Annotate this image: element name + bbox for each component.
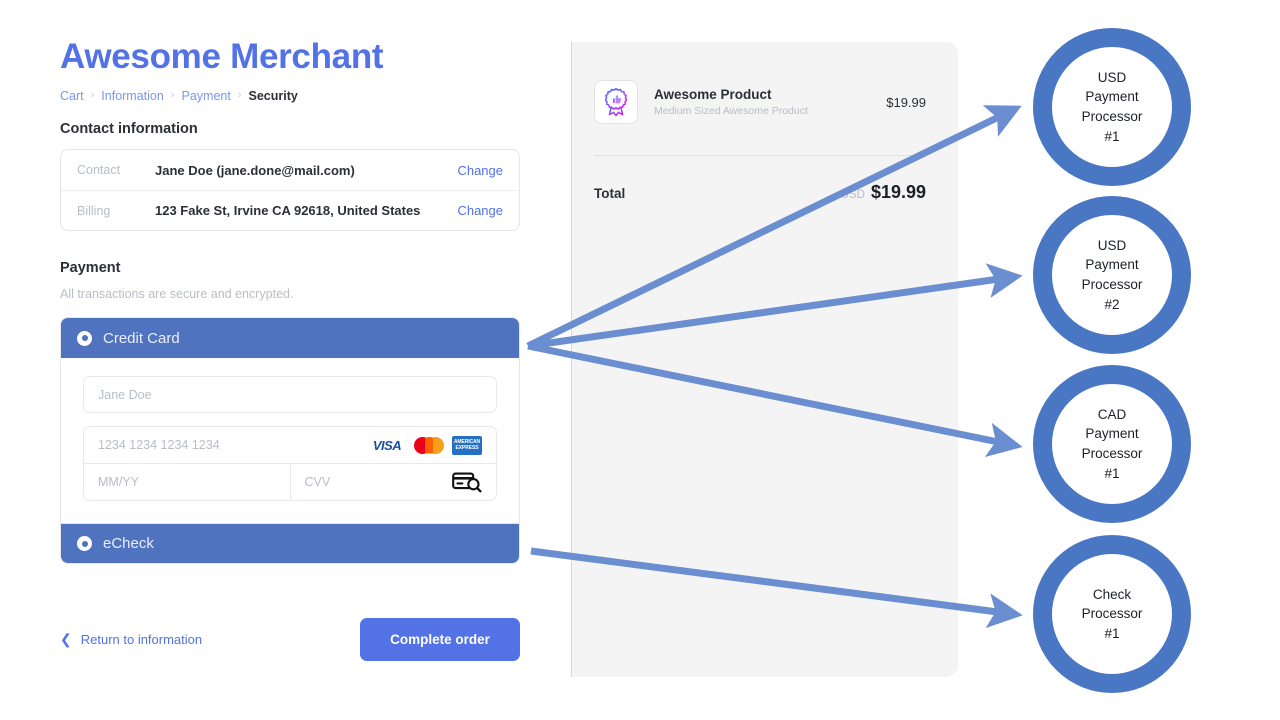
chevron-left-icon: ❮ — [60, 631, 72, 647]
complete-order-button[interactable]: Complete order — [360, 618, 520, 661]
credit-card-form: Jane Doe 1234 1234 1234 1234 VISA AMERIC… — [61, 358, 519, 523]
contact-row-value: Jane Doe (jane.done@mail.com) — [155, 162, 355, 178]
processor-node-label: USD Payment Processor #1 — [1081, 69, 1143, 144]
processor-node-check-1[interactable]: Check Processor #1 — [1033, 535, 1191, 693]
contact-change-link[interactable]: Change — [457, 163, 503, 178]
billing-change-link[interactable]: Change — [457, 203, 503, 218]
processor-node-label: Check Processor #1 — [1081, 586, 1143, 641]
product-price: $19.99 — [886, 94, 926, 110]
radio-selected-icon[interactable] — [77, 536, 92, 551]
card-cvv-placeholder: CVV — [304, 475, 331, 489]
card-expiry-cvv-row: MM/YY CVV — [84, 463, 496, 500]
product-description: Medium Sized Awesome Product — [654, 105, 808, 117]
cardholder-name-placeholder: Jane Doe — [98, 387, 152, 402]
chevron-right-icon: › — [90, 89, 95, 102]
breadcrumb: Cart › Information › Payment › Security — [60, 88, 520, 103]
billing-row: Billing 123 Fake St, Irvine CA 92618, Un… — [61, 190, 519, 230]
chevron-right-icon: › — [237, 89, 242, 102]
processor-node-cad-1[interactable]: CAD Payment Processor #1 — [1033, 365, 1191, 523]
visa-icon: VISA — [372, 437, 402, 453]
card-details-block: 1234 1234 1234 1234 VISA AMERICAN EXPRES… — [83, 426, 497, 501]
checkout-column: Awesome Merchant Cart › Information › Pa… — [60, 37, 520, 661]
cardholder-name-input[interactable]: Jane Doe — [83, 376, 497, 413]
summary-divider — [594, 155, 926, 156]
processor-node-usd-1[interactable]: USD Payment Processor #1 — [1033, 28, 1191, 186]
billing-row-value: 123 Fake St, Irvine CA 92618, United Sta… — [155, 203, 421, 218]
return-to-information-label: Return to information — [80, 632, 203, 647]
billing-row-label: Billing — [77, 203, 111, 218]
amex-icon: AMERICAN EXPRESS — [452, 435, 482, 455]
processor-node-label: USD Payment Processor #2 — [1081, 237, 1143, 312]
card-cvv-input[interactable]: CVV — [289, 464, 497, 500]
checkout-actions: ❮ Return to information Complete order — [60, 618, 520, 661]
breadcrumb-item-cart[interactable]: Cart — [60, 89, 84, 103]
breadcrumb-item-payment[interactable]: Payment — [182, 89, 231, 103]
merchant-logo: Awesome Merchant — [60, 37, 384, 76]
contact-information-heading: Contact information — [60, 121, 198, 137]
payment-method-echeck[interactable]: eCheck — [61, 523, 519, 563]
amex-line-2: EXPRESS — [455, 445, 479, 451]
payment-heading: Payment — [60, 260, 121, 276]
order-total-label: Total — [594, 186, 626, 201]
mastercard-icon — [414, 436, 444, 455]
product-text: Awesome Product Medium Sized Awesome Pro… — [654, 87, 886, 117]
product-thumbnail — [594, 80, 638, 124]
chevron-right-icon: › — [170, 89, 175, 102]
product-name: Awesome Product — [654, 87, 772, 102]
order-total-amount: $19.99 — [870, 182, 926, 202]
radio-selected-icon[interactable] — [77, 330, 92, 346]
credit-card-label: Credit Card — [103, 329, 180, 347]
processor-node-label: CAD Payment Processor #1 — [1081, 406, 1143, 481]
processor-node-usd-2[interactable]: USD Payment Processor #2 — [1033, 196, 1191, 354]
order-total-currency: USD — [840, 189, 865, 201]
order-line-item: Awesome Product Medium Sized Awesome Pro… — [594, 80, 926, 124]
breadcrumb-item-security: Security — [248, 88, 298, 103]
contact-row: Contact Jane Doe (jane.done@mail.com) Ch… — [61, 150, 519, 190]
card-expiry-placeholder: MM/YY — [98, 475, 139, 489]
payment-methods: Credit Card Jane Doe 1234 1234 1234 1234… — [60, 317, 520, 564]
payment-method-credit-card[interactable]: Credit Card — [61, 318, 519, 358]
award-thumbs-up-icon — [604, 87, 628, 116]
order-summary-panel: Awesome Product Medium Sized Awesome Pro… — [571, 42, 958, 677]
card-magnifier-icon[interactable] — [452, 471, 482, 493]
card-number-input[interactable]: 1234 1234 1234 1234 VISA AMERICAN EXPRES… — [84, 427, 496, 463]
contact-information-card: Contact Jane Doe (jane.done@mail.com) Ch… — [60, 149, 520, 231]
breadcrumb-item-information[interactable]: Information — [101, 89, 164, 103]
contact-row-label: Contact — [77, 163, 121, 177]
card-brand-logos: VISA AMERICAN EXPRESS — [368, 435, 482, 455]
payment-subtitle: All transactions are secure and encrypte… — [60, 287, 294, 301]
echeck-label: eCheck — [103, 535, 154, 552]
card-number-placeholder: 1234 1234 1234 1234 — [98, 438, 220, 452]
checkout-routing-diagram: Awesome Merchant Cart › Information › Pa… — [0, 0, 1280, 720]
order-total-row: Total USD $19.99 — [594, 182, 926, 203]
return-to-information-link[interactable]: ❮ Return to information — [60, 631, 202, 648]
card-expiry-input[interactable]: MM/YY — [84, 464, 290, 500]
